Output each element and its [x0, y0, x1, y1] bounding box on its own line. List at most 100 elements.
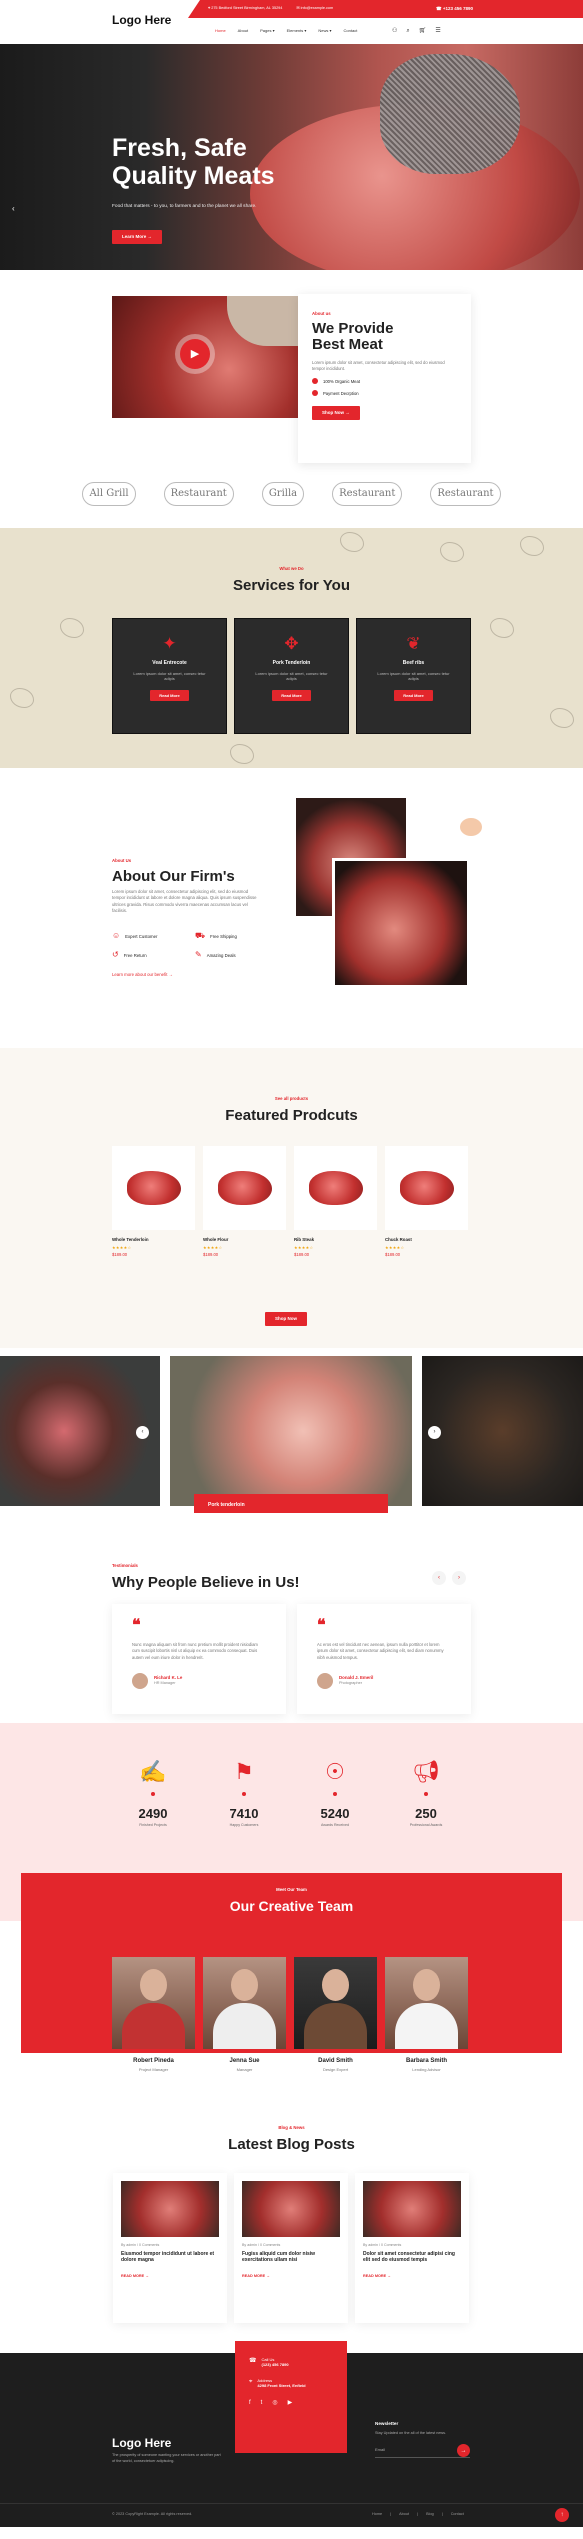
meat-doodle-icon: [340, 532, 364, 552]
testimonial-prev-icon[interactable]: ‹: [432, 1571, 446, 1585]
hero-learn-more-button[interactable]: Learn More →: [112, 230, 163, 245]
logo[interactable]: Logo Here: [112, 12, 171, 28]
gallery-prev-arrow-icon[interactable]: ‹: [136, 1426, 149, 1439]
stat-label: Happy Customers: [229, 1822, 259, 1827]
footer-link-contact[interactable]: Contact: [451, 2512, 464, 2517]
meat-doodle-icon: [520, 536, 544, 556]
footer-link-blog[interactable]: Blog: [426, 2512, 434, 2517]
team-section: Meet Our Team Our Creative Team Robert P…: [0, 1873, 583, 2103]
shop-now-button[interactable]: Shop Now →: [312, 406, 360, 421]
team-member[interactable]: Jenna Sue Manager: [203, 1957, 286, 2072]
footer-link-about[interactable]: About: [399, 2512, 409, 2517]
service-text: Lorem ipsum dolor sit amet, consec tetur…: [377, 670, 450, 682]
instagram-icon[interactable]: ◎: [272, 2399, 277, 2407]
document-icon: ✍: [139, 1759, 167, 1784]
stat-value: 250: [415, 1806, 437, 1821]
hero-prev-arrow-icon[interactable]: ‹: [12, 204, 15, 215]
learn-more-link[interactable]: Learn more about our benefit →: [112, 972, 173, 978]
product-card[interactable]: Whole Tenderloin ★★★★☆ $189.00: [112, 1146, 195, 1258]
product-image: [203, 1146, 286, 1230]
search-icon[interactable]: ⌕: [406, 27, 409, 35]
read-more-link[interactable]: READ MORE →: [121, 2274, 219, 2279]
stats-section: ✍ 2490 Finished Projects ⚑ 7410 Happy Cu…: [0, 1723, 583, 1873]
cart-icon[interactable]: 🛒︎: [419, 27, 427, 35]
gallery-image: [170, 1356, 412, 1506]
play-icon[interactable]: ▶: [180, 339, 210, 369]
nav-elements[interactable]: Elements ▾: [287, 28, 307, 33]
nav-home[interactable]: Home: [215, 28, 226, 33]
top-bar: ⌖ 275 Bedford Street Birmingham, AL 3529…: [188, 0, 583, 18]
nav-news[interactable]: News ▾: [318, 28, 331, 33]
about-title: About Our Firm's: [112, 868, 235, 885]
team-member[interactable]: Barbara Smith Lending Advisor: [385, 1957, 468, 2072]
blog-post-title[interactable]: Fugiss aliquid cum dolor nisiw exercitat…: [242, 2251, 340, 2264]
blog-post-card[interactable]: By admin / 0 Comments Dolor sit amet con…: [355, 2173, 469, 2323]
facebook-icon[interactable]: f: [249, 2399, 251, 2407]
footer-link-home[interactable]: Home: [372, 2512, 382, 2517]
read-more-link[interactable]: READ MORE →: [363, 2274, 461, 2279]
team-member[interactable]: Robert Pineda Project Manager: [112, 1957, 195, 2072]
return-icon: ↺: [112, 950, 119, 959]
team-member[interactable]: David Smith Design Expert: [294, 1957, 377, 2072]
service-read-more-button[interactable]: Read More: [272, 689, 311, 702]
header-icons: ⚇ ⌕ 🛒︎ ☰: [392, 27, 441, 35]
phone-text[interactable]: ☎ +123 456 7890: [436, 6, 473, 12]
team-kicker: Meet Our Team: [276, 1887, 307, 1892]
testimonial-author: Donald J. Emeril Photographer: [317, 1672, 451, 1689]
brand-logo: Restaurant: [332, 482, 403, 506]
product-image: [112, 1146, 195, 1230]
blog-section: Blog & News Latest Blog Posts By admin /…: [0, 2103, 583, 2353]
testimonials-title: Why People Believe in Us!: [112, 1574, 300, 1591]
nav-contact[interactable]: Contact: [344, 28, 358, 33]
service-read-more-button[interactable]: Read More: [150, 689, 189, 702]
product-name: Whole Flour: [203, 1237, 229, 1242]
member-photo: [294, 1957, 377, 2049]
about-kicker: About Us: [112, 858, 132, 863]
feature-item: ☺ Expert Customer: [112, 931, 158, 940]
menu-icon[interactable]: ☰: [435, 27, 440, 35]
member-role: Project Manager: [138, 2067, 169, 2073]
user-icon[interactable]: ⚇: [392, 27, 397, 35]
stat-value: 2490: [138, 1806, 168, 1821]
service-card: ✦ Veal Entrecote Lorem ipsum dolor sit a…: [112, 618, 227, 734]
product-rating: ★★★★☆: [294, 1244, 314, 1250]
quote-icon: ❝: [317, 1617, 326, 1634]
blog-post-card[interactable]: By admin / 0 Comments Fugiss aliquid cum…: [234, 2173, 348, 2323]
blog-post-title[interactable]: Dolor sit amet consectetur adipisi cing …: [363, 2251, 461, 2264]
feature-item: ⛟ Free Shipping: [195, 931, 237, 940]
product-price: $189.00: [112, 1252, 128, 1258]
about-photo-steak: [332, 858, 470, 988]
twitter-icon[interactable]: t: [261, 2399, 263, 2407]
product-card[interactable]: Chuck Roast ★★★★☆ $189.00: [385, 1146, 468, 1258]
deals-icon: ✎: [195, 950, 202, 959]
quote-icon: ❝: [132, 1617, 141, 1634]
blog-post-title[interactable]: Eiusmod tempor incididunt ut labore et d…: [121, 2251, 219, 2264]
footer-logo[interactable]: Logo Here: [112, 2435, 171, 2451]
check-item: 100% Organic Meat: [312, 378, 457, 385]
product-card[interactable]: Whole Flour ★★★★☆ $189.00: [203, 1146, 286, 1258]
brand-logo: Restaurant: [163, 482, 234, 506]
location-icon: ⌖: [249, 2378, 253, 2385]
service-read-more-button[interactable]: Read More: [394, 689, 433, 702]
nav-about[interactable]: About: [238, 28, 248, 33]
nav-pages[interactable]: Pages ▾: [260, 28, 274, 33]
product-name: Rib Steak: [294, 1237, 315, 1242]
testimonial-next-icon[interactable]: ›: [452, 1571, 466, 1585]
blog-post-meta: By admin / 0 Comments: [242, 2243, 281, 2247]
blog-post-card[interactable]: By admin / 0 Comments Eiusmod tempor inc…: [113, 2173, 227, 2323]
product-image: [385, 1146, 468, 1230]
newsletter-email-input[interactable]: Email →: [375, 2444, 470, 2459]
meat-doodle-icon: [440, 542, 464, 562]
products-shop-now-button[interactable]: Shop Now: [265, 1312, 307, 1327]
read-more-link[interactable]: READ MORE →: [242, 2274, 340, 2279]
gallery-next-arrow-icon[interactable]: ›: [428, 1426, 441, 1439]
stat-item: ⚑ 7410 Happy Customers: [204, 1761, 284, 1827]
subscribe-arrow-icon[interactable]: →: [457, 2444, 470, 2458]
back-to-top-icon[interactable]: ↑: [555, 2508, 569, 2522]
product-card[interactable]: Rib Steak ★★★★☆ $189.00: [294, 1146, 377, 1258]
email-text[interactable]: ✉ info@example.com: [296, 6, 333, 11]
youtube-icon[interactable]: ▶: [288, 2399, 293, 2407]
gallery-caption[interactable]: Pork tenderloin: [194, 1494, 388, 1513]
stat-label: Awards Received: [321, 1822, 349, 1827]
shipping-icon: ⛟: [195, 931, 206, 940]
